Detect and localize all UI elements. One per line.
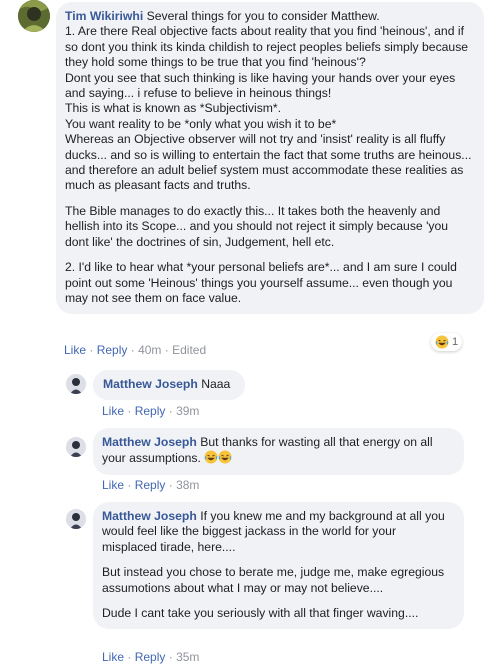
timestamp[interactable]: 39m	[176, 404, 199, 418]
comment-text: Tim Wikiriwhi Several things for you to …	[65, 9, 472, 193]
comment-author[interactable]: Tim Wikiriwhi	[65, 9, 143, 23]
like-button[interactable]: Like	[102, 478, 124, 492]
comment-text: Matthew Joseph But thanks for wasting al…	[102, 435, 433, 466]
comment-bubble-matthew-3: Matthew Joseph If you knew me and my bac…	[93, 502, 464, 630]
avatar-tim-wikiriwhi[interactable]	[18, 0, 50, 32]
comment-text: The Bible manages to do exactly this... …	[65, 203, 449, 249]
avatar-matthew-joseph[interactable]	[66, 374, 86, 394]
edited-label[interactable]: Edited	[172, 343, 206, 357]
avatar-matthew-joseph[interactable]	[66, 509, 86, 529]
comment-text: But instead you chose to berate me, judg…	[102, 565, 445, 595]
comment-actions: Like · Reply · 38m	[102, 478, 200, 492]
comment-text: Matthew Joseph If you knew me and my bac…	[102, 509, 445, 554]
timestamp[interactable]: 40m	[138, 343, 161, 357]
comment-actions: Like · Reply · 39m	[102, 404, 200, 418]
comment-bubble-tim: Tim Wikiriwhi Several things for you to …	[56, 2, 484, 315]
comment-author[interactable]: Matthew Joseph	[102, 435, 197, 449]
reply-button[interactable]: Reply	[135, 404, 166, 418]
laughing-emoji-icon	[435, 335, 449, 349]
reply-button[interactable]: Reply	[97, 343, 128, 357]
like-button[interactable]: Like	[102, 404, 124, 418]
comment-text: 2. I'd like to hear what *your personal …	[65, 260, 457, 305]
comment-author[interactable]: Matthew Joseph	[102, 509, 197, 523]
avatar-matthew-joseph[interactable]	[66, 437, 86, 457]
comment-actions: Like · Reply · 40m · Edited	[64, 343, 207, 357]
comment-bubble-matthew-1: Matthew Joseph Naaa	[93, 370, 245, 400]
reply-button[interactable]: Reply	[135, 478, 166, 492]
comment-text: Matthew Joseph Naaa	[103, 377, 231, 391]
comment-author[interactable]: Matthew Joseph	[103, 377, 198, 391]
reaction-count: 1	[452, 336, 459, 348]
like-button[interactable]: Like	[64, 343, 86, 357]
reaction-badge[interactable]: 1	[431, 333, 463, 351]
laughing-emoji-icon	[204, 450, 218, 464]
laughing-emoji-icon	[218, 450, 232, 464]
comment-text: Dude I cant take you seriously with all …	[102, 606, 419, 621]
comment-bubble-matthew-2: Matthew Joseph But thanks for wasting al…	[93, 428, 464, 475]
timestamp[interactable]: 38m	[176, 478, 199, 492]
